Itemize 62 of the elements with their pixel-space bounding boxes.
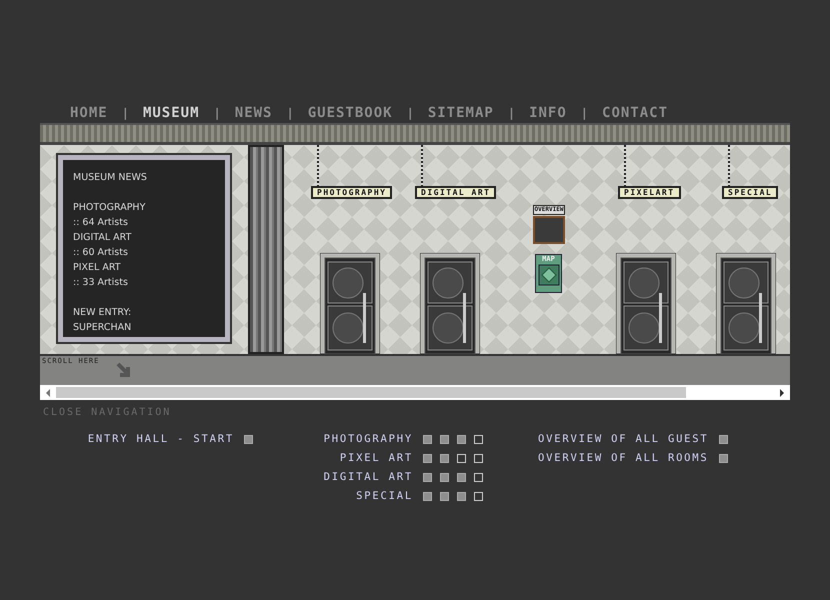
room-sign[interactable]: SPECIAL (722, 186, 778, 199)
door-drawing[interactable] (420, 253, 480, 354)
room-square[interactable] (423, 434, 432, 444)
right-arrow-icon (779, 388, 785, 396)
room-square[interactable] (440, 472, 449, 482)
door-drawing[interactable] (320, 253, 380, 354)
room-square[interactable] (423, 472, 432, 482)
room-square[interactable] (718, 454, 728, 462)
room-square[interactable] (474, 454, 483, 462)
news-line: :: 60 Artists (73, 246, 129, 260)
nav-separator: | (214, 106, 221, 120)
room-square[interactable] (474, 434, 483, 444)
room-square[interactable] (244, 434, 253, 444)
room-square[interactable] (474, 472, 483, 482)
nav-link[interactable]: SITEMAP (428, 104, 494, 120)
room-square[interactable] (457, 454, 466, 462)
nav-link[interactable]: NEWS (234, 104, 272, 120)
room-link[interactable]: SPECIAL (356, 490, 413, 502)
news-line: :: 33 Artists (73, 276, 129, 290)
room-sign[interactable]: PIXELART (618, 186, 681, 199)
portrait-placeholder (533, 216, 565, 244)
nav-link[interactable]: CONTACT (602, 104, 668, 120)
news-title: MUSEUM NEWS (73, 171, 148, 185)
room-link[interactable]: PIXEL ART (340, 452, 413, 464)
door-drawing[interactable] (716, 253, 776, 354)
room-square[interactable] (457, 472, 466, 482)
room-sign[interactable]: PHOTOGRAPHY (311, 186, 392, 199)
compass-icon (538, 263, 560, 287)
nav-separator: | (406, 106, 414, 120)
nav-separator: | (508, 106, 516, 120)
room-square[interactable] (718, 434, 728, 444)
nav-link[interactable]: MUSEUM (142, 104, 200, 120)
room-link[interactable]: OVERVIEW OF ALL ROOMS (538, 452, 709, 464)
nav-link[interactable]: GUESTBOOK (308, 104, 393, 120)
news-line: PHOTOGRAPHY (73, 201, 146, 215)
room-link[interactable]: OVERVIEW OF ALL GUEST (538, 433, 709, 445)
room-square[interactable] (440, 454, 449, 462)
door-drawing[interactable] (616, 253, 676, 354)
left-arrow-icon (45, 388, 51, 396)
nav-separator: | (122, 106, 129, 120)
room-link[interactable]: PHOTOGRAPHY (324, 433, 413, 445)
news-line: :: 64 Artists (73, 216, 129, 230)
nav-separator: | (580, 106, 588, 120)
room-square[interactable] (440, 492, 449, 500)
news-line: PIXEL ART (73, 261, 122, 275)
room-link[interactable]: ENTRY HALL - START (88, 433, 234, 445)
room-sign[interactable]: DIGITAL ART (415, 186, 496, 199)
room-square[interactable] (440, 434, 449, 444)
scrollbar[interactable] (40, 385, 790, 400)
news-line: NEW ENTRY: (73, 306, 132, 320)
nav-link[interactable]: INFO (529, 104, 567, 120)
room-square[interactable] (474, 492, 483, 500)
news-line: DIGITAL ART (73, 231, 132, 245)
nav-separator: | (286, 106, 294, 120)
room-link[interactable]: DIGITAL ART (324, 471, 413, 483)
scroll-thumb[interactable] (56, 387, 686, 398)
room-square[interactable] (423, 492, 432, 500)
nav-link[interactable]: HOME (70, 104, 108, 120)
news-line: SUPERCHAN (73, 321, 132, 335)
room-square[interactable] (423, 454, 432, 462)
room-square[interactable] (457, 492, 466, 500)
room-square[interactable] (457, 434, 466, 444)
